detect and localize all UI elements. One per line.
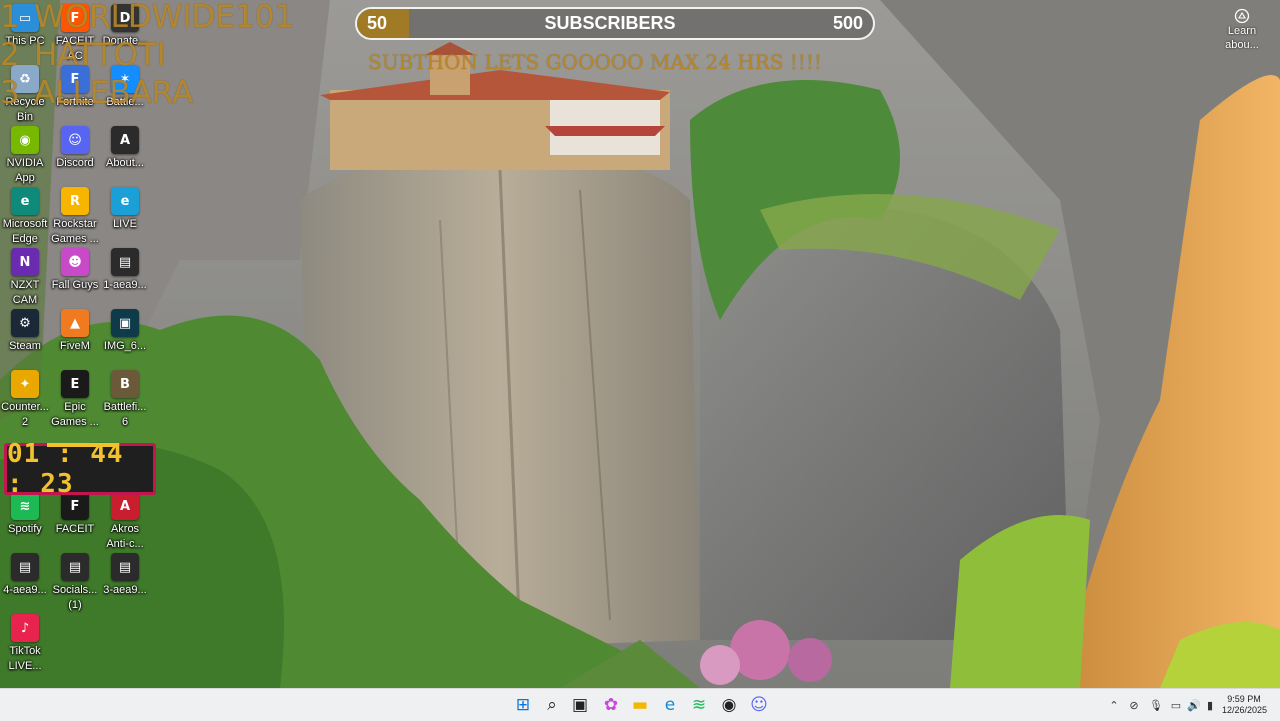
desktop-icon[interactable]: e Microsoft Edge bbox=[0, 187, 50, 247]
desktop-icon[interactable]: E Epic Games ... bbox=[50, 370, 100, 430]
spotify-icon[interactable]: ≋ bbox=[688, 694, 710, 716]
desktop-icon-label: IMG_6... bbox=[103, 340, 147, 352]
desktop-icon[interactable]: A About... bbox=[100, 126, 150, 186]
image-file-icon: ▤ bbox=[111, 553, 139, 581]
desktop-icon[interactable]: F Fortnite bbox=[50, 65, 100, 125]
discord-icon[interactable]: ☺ bbox=[748, 694, 770, 716]
desktop-icon[interactable]: ✦ Counter... 2 bbox=[0, 370, 50, 430]
desktop-icon[interactable]: e LIVE bbox=[100, 187, 150, 247]
windows-start-icon[interactable]: ⊞ bbox=[512, 694, 534, 716]
camera-icon bbox=[1234, 8, 1250, 24]
nzxt-cam-icon: N bbox=[11, 248, 39, 276]
edge-icon: e bbox=[11, 187, 39, 215]
desktop-icon[interactable]: ▤ Socials... (1) bbox=[50, 553, 100, 613]
clock-time: 9:59 PM bbox=[1227, 694, 1261, 704]
desktop-icon-label: Battle... bbox=[106, 96, 144, 108]
desktop-icon[interactable]: F FACEIT bbox=[50, 492, 100, 552]
fivem-icon: ▲ bbox=[61, 309, 89, 337]
tiktok-live-icon: ♪ bbox=[11, 614, 39, 642]
desktop-icon[interactable]: ◉ NVIDIA App bbox=[0, 126, 50, 186]
desktop-icon-label: 1-aea9... bbox=[103, 279, 147, 291]
desktop-icon-label: Battlefi... 6 bbox=[103, 401, 147, 428]
battlefield-icon: B bbox=[111, 370, 139, 398]
network-off-icon[interactable]: ⊘ bbox=[1126, 697, 1142, 713]
image-file-icon: ▤ bbox=[61, 553, 89, 581]
subscriber-goal-target: 500 bbox=[832, 13, 863, 33]
clock-date: 12/26/2025 bbox=[1222, 705, 1268, 715]
desktop-icon[interactable]: A Akros Anti-c... bbox=[100, 492, 150, 552]
desktop-icon[interactable]: N NZXT CAM bbox=[0, 248, 50, 308]
desktop-icon[interactable]: ▣ IMG_6... bbox=[100, 309, 150, 369]
desktop-icon[interactable]: ▤ 4-aea9... bbox=[0, 553, 50, 613]
image-file-icon: ▣ bbox=[111, 309, 139, 337]
desktop-icon[interactable]: F FACEIT AC bbox=[50, 4, 100, 64]
copilot-icon[interactable]: ✿ bbox=[600, 694, 622, 716]
desktop-wallpaper bbox=[0, 0, 1280, 688]
file-explorer-icon[interactable]: ▬ bbox=[629, 694, 651, 716]
fortnite-icon: F bbox=[61, 65, 89, 93]
desktop-icon-label: 3-aea9... bbox=[103, 584, 147, 596]
monitor-icon: ▭ bbox=[11, 4, 39, 32]
image-file-icon: ▤ bbox=[11, 553, 39, 581]
live-edge-icon: e bbox=[111, 187, 139, 215]
faceit-icon: F bbox=[61, 4, 89, 32]
image-file-icon: ▤ bbox=[111, 248, 139, 276]
desktop-icon[interactable]: ♻ Recycle Bin bbox=[0, 65, 50, 125]
subscriber-goal-label: SUBSCRIBERS bbox=[544, 13, 676, 33]
donate-icon: D bbox=[111, 4, 139, 32]
desktop-icon[interactable]: B Battlefi... 6 bbox=[100, 370, 150, 430]
taskbar: ⊞ ⌕ ▣ ✿ ▬ e ≋ ◉ ☺ ⌃ ⊘ 🎙 ▭ 🔊 ▮ 9:59 PM 12/26/2025 bbox=[0, 688, 1280, 721]
obs-icon[interactable]: ◉ bbox=[718, 694, 740, 716]
search-icon[interactable]: ⌕ bbox=[541, 694, 563, 716]
about-icon: A bbox=[111, 126, 139, 154]
desktop-icon[interactable]: ≋ Spotify bbox=[0, 492, 50, 552]
rockstar-icon: R bbox=[61, 187, 89, 215]
desktop-icon-label: Donate... bbox=[102, 35, 148, 47]
volume-icon[interactable]: 🔊 bbox=[1186, 697, 1202, 713]
battlenet-icon: ✶ bbox=[111, 65, 139, 93]
desktop-icon[interactable]: ▲ FiveM bbox=[50, 309, 100, 369]
counter-strike-icon: ✦ bbox=[11, 370, 39, 398]
subathon-message: SUBTHON LETS GOOOOO MAX 24 HRS !!!! bbox=[368, 50, 822, 74]
learn-about-picture[interactable]: Learn abou... bbox=[1222, 8, 1262, 52]
discord-icon: ☺ bbox=[61, 126, 89, 154]
subscriber-goal-bar: 50 SUBSCRIBERS 500 bbox=[355, 7, 875, 40]
edge-icon[interactable]: e bbox=[659, 694, 681, 716]
battery-icon[interactable]: ▮ bbox=[1202, 697, 1218, 713]
desktop-icon-label: Akros Anti-c... bbox=[106, 523, 144, 550]
microphone-icon[interactable]: 🎙 bbox=[1148, 697, 1164, 713]
fall-guys-icon: ☻ bbox=[61, 248, 89, 276]
display-icon[interactable]: ▭ bbox=[1168, 697, 1184, 713]
desktop-icon[interactable]: R Rockstar Games ... bbox=[50, 187, 100, 247]
desktop-icon-label: TikTok LIVE... bbox=[8, 645, 42, 672]
nvidia-icon: ◉ bbox=[11, 126, 39, 154]
desktop-icon[interactable]: ♪ TikTok LIVE... bbox=[0, 614, 50, 674]
desktop-icon[interactable]: ▤ 3-aea9... bbox=[100, 553, 150, 613]
taskbar-clock[interactable]: 9:59 PM 12/26/2025 bbox=[1222, 694, 1268, 716]
desktop-icon[interactable]: D Donate... bbox=[100, 4, 150, 64]
recycle-bin-icon: ♻ bbox=[11, 65, 39, 93]
desktop-icon[interactable]: ▤ 1-aea9... bbox=[100, 248, 150, 308]
task-view-icon[interactable]: ▣ bbox=[569, 694, 591, 716]
chevron-up-icon[interactable]: ⌃ bbox=[1106, 697, 1122, 713]
desktop-icon[interactable]: ☺ Discord bbox=[50, 126, 100, 186]
epic-games-icon: E bbox=[61, 370, 89, 398]
desktop-icon[interactable]: ⚙ Steam bbox=[0, 309, 50, 369]
desktop-icon-label: About... bbox=[106, 157, 144, 169]
desktop-icon[interactable]: ✶ Battle... bbox=[100, 65, 150, 125]
desktop-icon-label: LIVE bbox=[113, 218, 137, 230]
subathon-timer: 01 : 44 : 23 bbox=[4, 439, 156, 499]
desktop-icon[interactable]: ▭ This PC bbox=[0, 4, 50, 64]
steam-icon: ⚙ bbox=[11, 309, 39, 337]
learn-about-label: Learn abou... bbox=[1225, 25, 1259, 51]
desktop-icon[interactable]: ☻ Fall Guys bbox=[50, 248, 100, 308]
subscriber-current-count: 50 bbox=[367, 13, 388, 33]
